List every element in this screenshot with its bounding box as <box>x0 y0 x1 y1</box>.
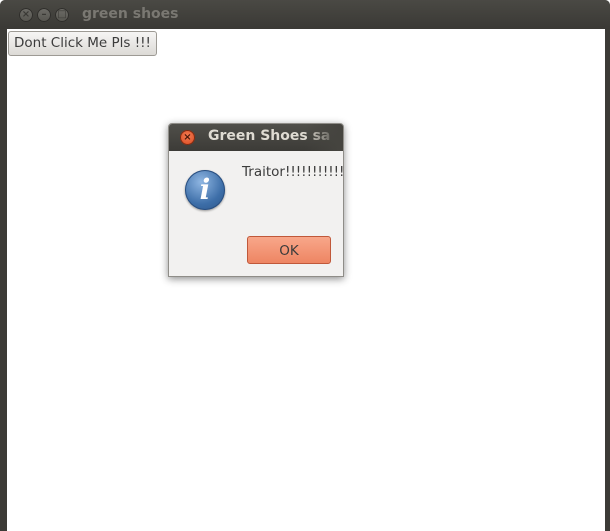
window-title: green shoes <box>82 6 179 22</box>
title-fade <box>305 124 343 151</box>
minimize-icon: – <box>41 9 47 20</box>
close-icon: × <box>21 9 31 20</box>
window-content: Dont Click Me Pls !!! <box>7 29 605 531</box>
window-maximize-button[interactable]: □ <box>55 8 69 22</box>
dont-click-button[interactable]: Dont Click Me Pls !!! <box>8 31 157 56</box>
ok-button[interactable]: OK <box>247 236 331 264</box>
dialog-message: Traitor!!!!!!!!!!! <box>242 164 344 180</box>
dialog-titlebar[interactable]: × Green Shoes sa <box>169 124 343 151</box>
window-close-button[interactable]: × <box>19 8 33 22</box>
info-icon: i <box>185 170 225 210</box>
window-titlebar[interactable]: × – □ green shoes <box>0 0 610 29</box>
maximize-icon: □ <box>57 9 67 20</box>
dialog-close-button[interactable]: × <box>180 130 195 145</box>
close-icon: × <box>183 132 192 143</box>
message-dialog: × Green Shoes sa i Traitor!!!!!!!!!!! OK <box>168 123 344 277</box>
window-minimize-button[interactable]: – <box>37 8 51 22</box>
